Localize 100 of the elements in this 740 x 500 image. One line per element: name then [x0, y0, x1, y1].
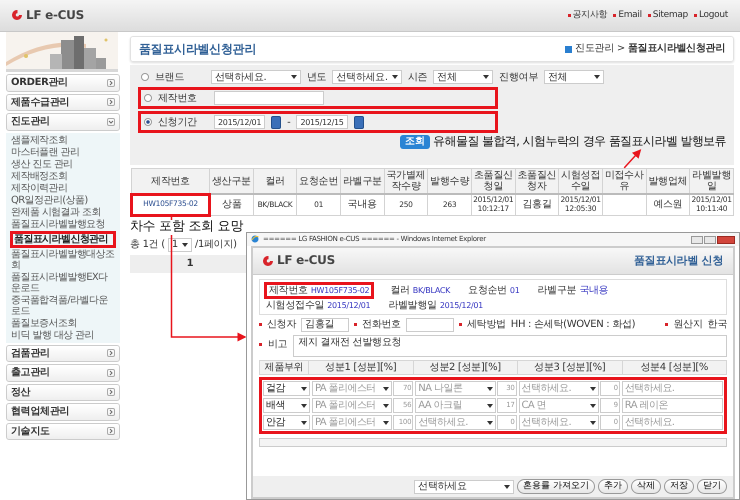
input-field[interactable] — [214, 91, 324, 106]
select-field[interactable]: 겉감 — [263, 381, 310, 396]
submenu-item[interactable]: 품질표시라벨발행EX다운로드 — [10, 272, 116, 294]
select-field[interactable]: 전체 — [544, 70, 604, 84]
submenu-item[interactable]: 마스터플랜 관리 — [10, 146, 116, 158]
table-cell: 예스원 — [646, 194, 690, 216]
select-field[interactable]: 안감 — [263, 415, 310, 430]
field-label: 제작번호 — [158, 92, 198, 104]
menu-group[interactable]: 검품관리 — [6, 344, 120, 362]
header-link[interactable]: Email — [613, 10, 642, 21]
column-header: 국가별제작수량 — [384, 168, 428, 194]
select-field[interactable]: 선택하세요. — [211, 70, 301, 84]
page-select[interactable]: 1 — [168, 238, 192, 252]
field-label: 원산지 — [673, 319, 703, 331]
bullet-icon — [613, 14, 616, 17]
header-link[interactable]: 공지사항 — [568, 10, 608, 21]
caret-icon — [504, 484, 510, 488]
menu-group[interactable]: ORDER관리 — [6, 74, 120, 92]
submenu-item[interactable]: 품질표시라벨발행요청 — [10, 218, 116, 230]
submenu-item[interactable]: 품질보증서조회 — [10, 318, 116, 328]
submenu-item[interactable]: 제작배정조회 — [10, 170, 116, 182]
radio-button[interactable] — [144, 94, 152, 102]
field-value: 국내용 — [579, 284, 608, 296]
select-field[interactable]: 선택하세요. — [332, 70, 402, 84]
field-value: 2015/12/01 — [440, 301, 483, 311]
action-button[interactable]: 닫기 — [697, 479, 727, 494]
expand-icon — [107, 78, 115, 87]
radio-button[interactable] — [141, 73, 149, 82]
menu-group[interactable]: 진도관리 — [6, 113, 120, 130]
field-label: 요청순번 — [468, 284, 507, 296]
caret-icon — [383, 404, 390, 408]
action-button[interactable]: 삭제 — [631, 479, 661, 494]
caret-icon — [301, 420, 307, 425]
field-label: 세탁방법 — [466, 319, 506, 331]
caret-icon — [590, 404, 596, 408]
date-field[interactable]: 2015/12/15 — [296, 115, 348, 130]
submenu-item[interactable]: QR일정관리(상품) — [10, 194, 116, 206]
page-number[interactable]: 1 — [186, 258, 194, 270]
submenu-item[interactable]: 제작이력관리 — [10, 182, 116, 194]
maximize-icon[interactable] — [704, 236, 716, 244]
date-field[interactable]: 2015/12/01 — [214, 115, 266, 130]
range-separator: - — [287, 116, 290, 128]
remark-field[interactable]: 제지 결재전 선발행요청 — [293, 334, 727, 357]
select-field[interactable]: 배색 — [263, 398, 310, 414]
submenu-item[interactable]: 완제품 시험결과 조회 — [10, 206, 116, 218]
menu-group[interactable]: 협력업체관리 — [6, 403, 120, 420]
caret-icon — [383, 386, 390, 391]
search-button[interactable]: 조회 — [400, 135, 430, 150]
field-label: 년도 — [307, 72, 326, 84]
close-icon[interactable] — [717, 236, 735, 244]
select-field[interactable]: 전체 — [433, 70, 494, 84]
expand-icon — [107, 98, 115, 106]
action-button[interactable]: 혼용률 가져오기 — [517, 479, 595, 494]
page-summary: /1페이지) — [194, 238, 237, 250]
column-header: 시험성접수일 — [558, 168, 602, 194]
column-header: 컬러 — [253, 168, 297, 194]
breadcrumb-current: 품질표시라벨신청관리 — [628, 43, 725, 55]
input-field[interactable]: 김홍길 — [301, 318, 350, 332]
field-value: 2015/12/01 — [327, 301, 370, 311]
field-label: 컬러 — [390, 284, 410, 296]
horizontal-scrollbar[interactable] — [259, 438, 727, 448]
submenu-item[interactable]: 중국품합격품/라벨다운로드 — [10, 294, 116, 316]
menu-group[interactable]: 출고관리 — [6, 364, 120, 382]
logo-icon — [12, 9, 23, 22]
header-link[interactable]: Sitemap — [648, 10, 688, 21]
field-value: BK/BLACK — [412, 286, 450, 296]
caret-icon — [301, 404, 307, 408]
column-header: 성분3 [성분][%] — [518, 360, 622, 375]
column-header: 발행수량 — [428, 168, 472, 194]
bullet-icon — [694, 14, 697, 17]
minimize-icon[interactable] — [691, 236, 703, 244]
select-field[interactable]: 선택하세요 — [414, 480, 514, 494]
expand-icon — [107, 368, 115, 377]
expand-icon — [107, 349, 115, 358]
submenu-item[interactable]: 품질표시라벨발행대상조회 — [10, 248, 116, 270]
input-field[interactable] — [406, 318, 454, 332]
submenu-item[interactable]: 생산 진도 관리 — [10, 158, 116, 170]
submenu-item[interactable]: 샘플제작조회 — [10, 134, 116, 146]
page-title: 품질표시라벨신청관리 — [139, 42, 256, 56]
action-button[interactable]: 추가 — [598, 479, 628, 494]
submenu-item[interactable]: 비딕 발행 대상 관리 — [10, 330, 116, 340]
expand-icon — [107, 388, 115, 396]
field-label: 전화번호 — [362, 319, 401, 331]
menu-group[interactable]: 기술지도 — [6, 422, 120, 440]
calendar-icon[interactable] — [354, 116, 364, 129]
caret-icon — [383, 420, 390, 425]
table-cell: 김홍길 — [515, 194, 559, 216]
radio-button[interactable] — [144, 118, 152, 126]
header-link[interactable]: Logout — [694, 10, 728, 21]
menu-group[interactable]: 정산 — [6, 384, 120, 401]
field-label: 비고 — [268, 338, 288, 350]
action-button[interactable]: 저장 — [664, 479, 694, 494]
field-label: 시험성접수일 — [266, 300, 324, 312]
menu-group[interactable]: 제품수급관리 — [6, 94, 120, 111]
breadcrumb-parent[interactable]: 진도관리 > — [575, 43, 625, 55]
calendar-icon[interactable] — [271, 116, 282, 129]
caret-icon — [486, 420, 492, 425]
submenu-item[interactable]: 품질표시라벨신청관리 — [10, 230, 116, 248]
field-label: 라벨발행일 — [388, 300, 437, 312]
column-header: 초품질신청일 — [471, 168, 516, 194]
